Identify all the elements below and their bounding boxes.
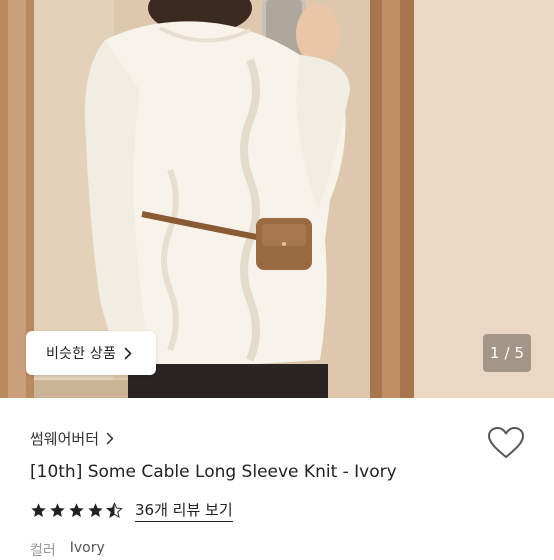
star-rating (30, 502, 123, 519)
similar-products-label: 비슷한 상품 (45, 346, 117, 362)
pager-current: 1 (489, 344, 500, 362)
option-label: 컬러 (30, 543, 56, 559)
star-icon (31, 503, 46, 518)
chevron-right-icon (124, 346, 136, 360)
product-info: 썸웨어버터 [10th] Some Cable Long Sleeve Knit… (0, 398, 554, 559)
pager-total: 5 (514, 344, 525, 362)
pager-separator: / (504, 344, 510, 362)
option-row: 컬러 Ivory (30, 540, 105, 560)
reviews-link[interactable]: 36개 리뷰 보기 (135, 499, 233, 522)
brand-link[interactable]: 썸웨어버터 (30, 428, 116, 449)
star-icon (50, 503, 65, 518)
brand-name: 썸웨어버터 (30, 430, 100, 448)
star-icon (69, 503, 84, 518)
star-icon (88, 503, 103, 518)
product-title: [10th] Some Cable Long Sleeve Knit - Ivo… (30, 462, 397, 482)
heart-outline-icon[interactable] (487, 426, 525, 460)
star-half-icon (106, 502, 123, 519)
image-pager: 1 / 5 (483, 334, 531, 372)
product-image[interactable]: 비슷한 상품 1 / 5 (0, 0, 554, 398)
rating-row: 36개 리뷰 보기 (30, 499, 233, 522)
chevron-right-icon (106, 432, 116, 446)
similar-products-button[interactable]: 비슷한 상품 (26, 331, 156, 375)
option-value: Ivory (69, 540, 105, 556)
